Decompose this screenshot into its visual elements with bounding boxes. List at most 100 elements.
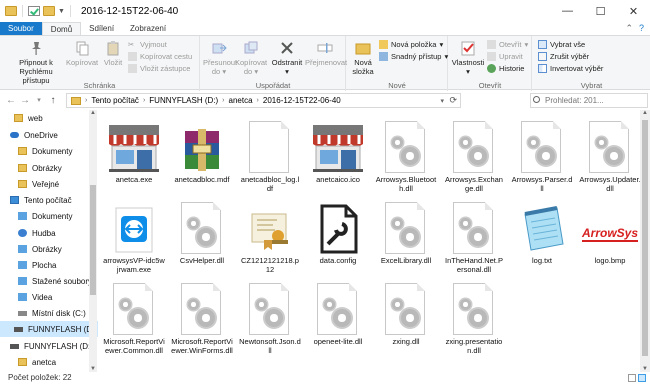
paste-shortcut-button[interactable]: Vložit zástupce [128, 64, 190, 73]
cut-button[interactable]: ✂ Vyjmout [128, 40, 167, 49]
file-item[interactable]: anetcadbloc_log.ldf [239, 115, 301, 193]
forward-arrow-icon[interactable]: → [18, 95, 32, 106]
collapse-ribbon-icon[interactable]: ⌃ [625, 23, 633, 34]
nav-item[interactable]: Dokumenty [0, 208, 98, 224]
help-icon[interactable]: ? [639, 23, 644, 34]
nav-item[interactable]: web [0, 110, 98, 126]
properties-button[interactable]: Vlastnosti ▾ [451, 40, 485, 76]
large-icons-view-icon[interactable] [638, 374, 646, 382]
file-item[interactable]: Newtonsoft.Json.dll [239, 277, 301, 355]
new-folder-icon[interactable] [43, 6, 55, 16]
file-item[interactable]: anetcaico.ico [307, 115, 369, 185]
scroll-up-icon[interactable]: ▲ [640, 110, 650, 116]
new-item-button[interactable]: Nová položka ▾ [379, 40, 443, 49]
address-bar[interactable]: › Tento počítač › FUNNYFLASH (D:) › anet… [66, 93, 461, 108]
move-to-button[interactable]: Přesunout do ▾ [203, 40, 237, 76]
select-none-button[interactable]: Zrušit výběr [538, 52, 589, 61]
file-item[interactable]: anetca.exe [103, 115, 165, 185]
up-arrow-icon[interactable]: ↑ [46, 95, 60, 106]
history-button[interactable]: Historie [487, 64, 524, 73]
pin-quick-access-button[interactable]: Připnout k Rychlému přístupu [6, 40, 66, 85]
file-item[interactable]: Arrowsys.Parser.dll [511, 115, 573, 193]
tab-share[interactable]: Sdílení [81, 22, 122, 36]
edit-icon [487, 52, 496, 61]
file-item[interactable]: zxing.presentation.dll [443, 277, 505, 355]
breadcrumb-anetca[interactable]: anetca [229, 96, 253, 105]
chevron-down-icon[interactable]: ▾ [440, 97, 444, 105]
rename-button[interactable]: Přejmenovat [305, 40, 347, 67]
file-item[interactable]: Microsoft.ReportViewer.Common.dll [103, 277, 165, 355]
file-item[interactable]: Arrowsys.Bluetooth.dll [375, 115, 437, 193]
nav-scroll-thumb[interactable] [90, 185, 96, 295]
file-item[interactable]: CsvHelper.dll [171, 196, 233, 266]
nav-item[interactable]: FUNNYFLASH (D:) [0, 338, 98, 354]
nav-item[interactable]: OneDrive [0, 127, 98, 143]
properties-check-icon[interactable] [28, 6, 40, 16]
edit-button[interactable]: Upravit [487, 52, 523, 61]
maximize-button[interactable]: ☐ [584, 0, 617, 22]
new-folder-button[interactable]: Nová složka [349, 40, 377, 76]
dll-file-icon [453, 202, 495, 254]
tab-view[interactable]: Zobrazení [122, 22, 174, 36]
back-arrow-icon[interactable]: ← [4, 95, 18, 106]
file-item[interactable]: arrowsysVP-idc5wjrwam.exe [103, 196, 165, 274]
file-item[interactable]: Arrowsys.Updater.dll [579, 115, 640, 193]
file-item[interactable]: Microsoft.ReportViewer.WinForms.dll [171, 277, 233, 355]
file-item[interactable]: anetcadbloc.mdf [171, 115, 233, 185]
breadcrumb-separator-icon[interactable]: › [143, 97, 145, 104]
easy-access-button[interactable]: Snadný přístup ▾ [379, 52, 448, 61]
minimize-button[interactable]: — [551, 0, 584, 22]
open-button[interactable]: Otevřít ▾ [487, 40, 528, 49]
nav-item[interactable]: Plocha [0, 257, 98, 273]
scroll-up-icon[interactable]: ▲ [89, 110, 97, 116]
dll-file-icon [385, 202, 427, 254]
search-input[interactable]: Prohledat: 201... [530, 93, 648, 108]
nav-item[interactable]: Obrázky [0, 241, 98, 257]
invert-selection-button[interactable]: Invertovat výběr [538, 64, 603, 73]
breadcrumb-separator-icon[interactable]: › [222, 97, 224, 104]
easy-access-icon [379, 52, 388, 61]
paste-button[interactable]: Vložit [100, 40, 126, 67]
chevron-down-icon[interactable]: ▼ [58, 8, 65, 15]
nav-item[interactable]: Místní disk (C:) [0, 305, 98, 321]
file-item[interactable]: Arrowsys.Exchange.dll [443, 115, 505, 193]
content-scroll-thumb[interactable] [642, 120, 648, 356]
file-item[interactable]: data.config [307, 196, 369, 266]
copy-to-button[interactable]: Kopírovat do ▾ [235, 40, 267, 76]
select-none-label: Zrušit výběr [550, 52, 590, 61]
nav-item[interactable]: Obrázky [0, 160, 98, 176]
group-label: Vybrat [580, 81, 603, 90]
nav-item[interactable]: Tento počítač [0, 192, 98, 208]
file-item[interactable]: openeet-lite.dll [307, 277, 369, 347]
refresh-icon[interactable]: ⟳ [449, 95, 457, 106]
file-item[interactable]: InTheHand.Net.Personal.dll [443, 196, 505, 274]
file-item[interactable]: ArrowSys logo.bmp [579, 196, 640, 266]
file-item[interactable]: log.txt [511, 196, 573, 266]
tab-file[interactable]: Soubor [0, 22, 42, 36]
nav-item[interactable]: Stažené soubory [0, 273, 98, 289]
nav-item[interactable]: Dokumenty [0, 143, 98, 159]
file-item[interactable]: CZ1212121218.p12 [239, 196, 301, 274]
breadcrumb-this-pc[interactable]: Tento počítač [91, 96, 139, 105]
copy-button[interactable]: Kopírovat [66, 40, 98, 67]
select-all-button[interactable]: Vybrat vše [538, 40, 585, 49]
breadcrumb-drive[interactable]: FUNNYFLASH (D:) [149, 96, 218, 105]
breadcrumb-separator-icon[interactable]: › [85, 97, 87, 104]
nav-item-label: Obrázky [32, 163, 62, 173]
nav-scrollbar[interactable]: ▲ ▼ [89, 110, 97, 372]
file-item[interactable]: zxing.dll [375, 277, 437, 347]
file-item[interactable]: ExcelLibrary.dll [375, 196, 437, 266]
content-scrollbar[interactable]: ▲ ▼ [640, 110, 650, 372]
nav-item[interactable]: Veřejné [0, 176, 98, 192]
details-view-icon[interactable] [628, 374, 636, 382]
close-button[interactable]: ✕ [617, 0, 650, 22]
tab-home[interactable]: Domů [41, 22, 82, 36]
recent-chevron-icon[interactable]: ▾ [32, 96, 46, 104]
breadcrumb-current[interactable]: 2016-12-15T22-06-40 [263, 96, 341, 105]
breadcrumb-separator-icon[interactable]: › [257, 97, 259, 104]
delete-button[interactable]: Odstranit ▾ [271, 40, 303, 76]
nav-item[interactable]: Hudba [0, 225, 98, 241]
nav-item[interactable]: Videa [0, 289, 98, 305]
copy-path-button[interactable]: Kopírovat cestu [128, 52, 192, 61]
nav-item[interactable]: FUNNYFLASH (D:) [0, 321, 98, 337]
